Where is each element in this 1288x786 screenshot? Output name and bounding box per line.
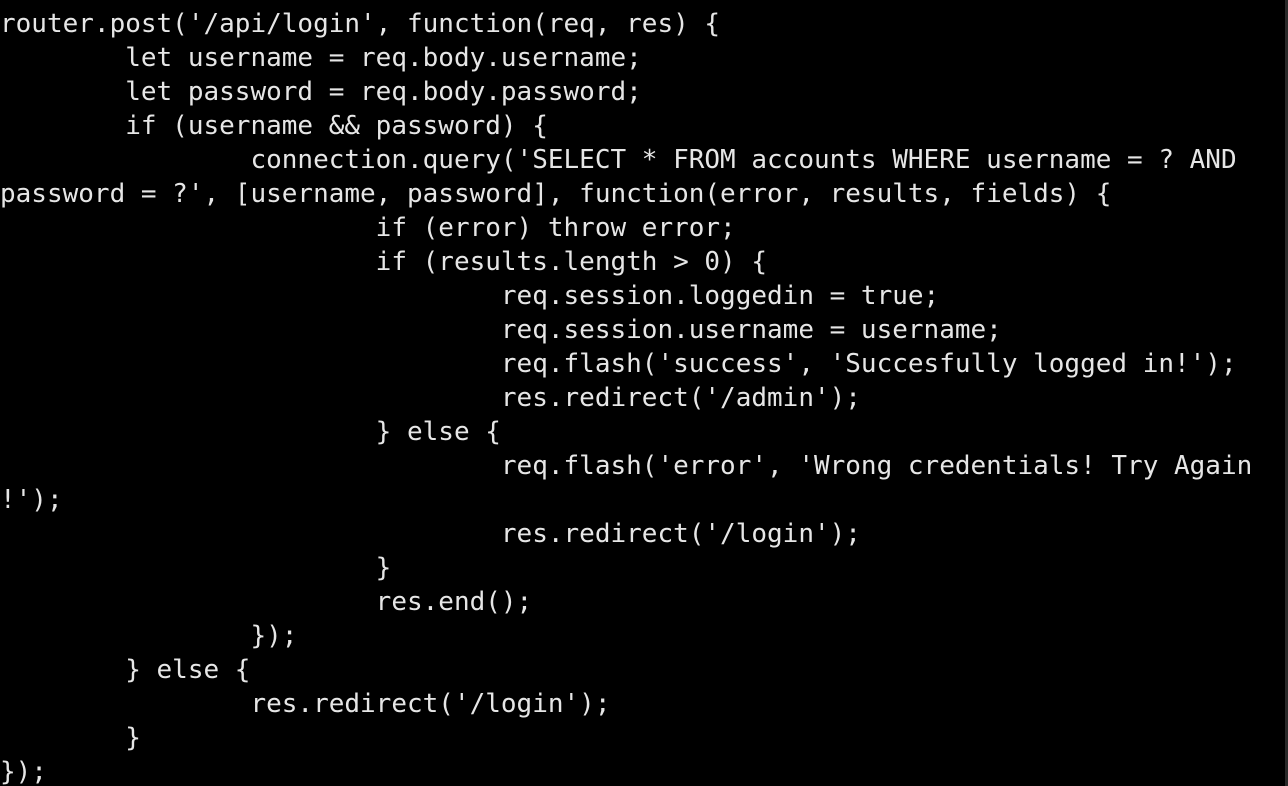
code-line: req.flash('success', 'Succesfully logged… <box>0 349 1237 379</box>
code-line: req.flash('error', 'Wrong credentials! T… <box>0 451 1253 481</box>
code-line: if (username && password) { <box>0 111 548 141</box>
code-line: res.end(); <box>0 587 533 617</box>
code-line: !'); <box>0 485 63 515</box>
code-line: res.redirect('/login'); <box>0 519 861 549</box>
code-line: } <box>0 723 141 753</box>
code-line: password = ?', [username, password], fun… <box>0 179 1112 209</box>
code-line: }); <box>0 757 47 786</box>
code-line: let password = req.body.password; <box>0 77 642 107</box>
code-line: }); <box>0 621 298 651</box>
code-line: res.redirect('/admin'); <box>0 383 861 413</box>
code-line: req.session.loggedin = true; <box>0 281 940 311</box>
code-line: router.post('/api/login', function(req, … <box>0 9 721 39</box>
code-line: connection.query('SELECT * FROM accounts… <box>0 145 1237 175</box>
code-line: if (error) throw error; <box>0 213 736 243</box>
code-line: } <box>0 553 392 583</box>
code-line: res.redirect('/login'); <box>0 689 611 719</box>
code-line: } else { <box>0 655 251 685</box>
code-line: let username = req.body.username; <box>0 43 642 73</box>
code-line: req.session.username = username; <box>0 315 1002 345</box>
code-line: } else { <box>0 417 501 447</box>
terminal-window[interactable]: router.post('/api/login', function(req, … <box>0 0 1288 786</box>
code-line: if (results.length > 0) { <box>0 247 768 277</box>
